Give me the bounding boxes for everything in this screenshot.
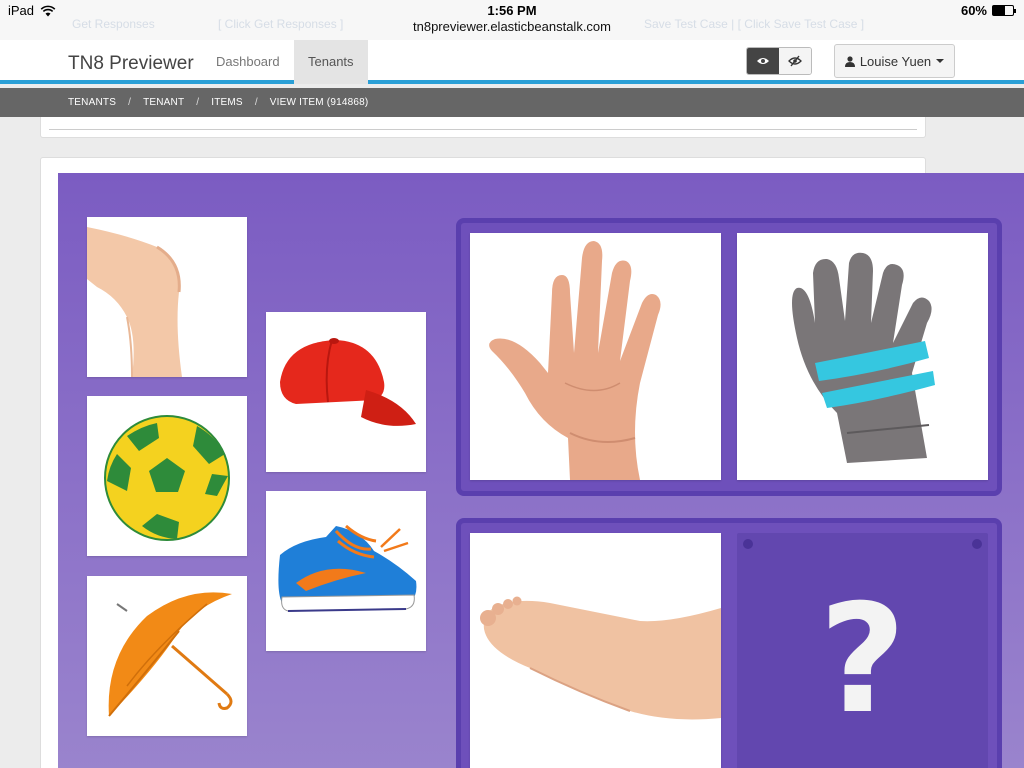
breadcrumb-bar: TENANTS / TENANT / ITEMS / VIEW ITEM (91… (0, 88, 1024, 117)
red-cap-image (280, 338, 416, 426)
soccer-ball-image (104, 415, 230, 541)
glove-image (792, 252, 935, 463)
corner-dot (972, 539, 982, 549)
breadcrumb-separator: / (196, 97, 200, 108)
item-details-panel (40, 117, 926, 138)
nav-tenants[interactable]: Tenants (294, 40, 368, 84)
choice-knee-card[interactable] (87, 217, 247, 377)
crumb-view-item: VIEW ITEM (914868) (269, 97, 369, 108)
chevron-down-icon (936, 59, 945, 63)
top-navbar: TN8 Previewer Dashboard Tenants Louise Y… (0, 40, 1024, 84)
view-toggle-group (746, 47, 812, 75)
prompt-foot-card (470, 533, 721, 768)
crumb-tenant[interactable]: TENANT (143, 97, 184, 108)
panel-divider (49, 129, 917, 130)
corner-dot (743, 539, 753, 549)
user-menu-button[interactable]: Louise Yuen (834, 44, 955, 78)
eye-slash-icon (788, 55, 802, 67)
sneaker-image (278, 524, 417, 612)
ios-status-bar: iPad 1:56 PM 60% Get Responses [ Click G… (0, 0, 1024, 40)
foot-image (480, 596, 721, 720)
hide-view-button[interactable] (779, 48, 811, 74)
choice-red-cap-card[interactable] (266, 312, 426, 472)
crumb-items[interactable]: ITEMS (211, 97, 243, 108)
prompt-glove-card (737, 233, 988, 480)
breadcrumb: TENANTS / TENANT / ITEMS / VIEW ITEM (91… (68, 97, 368, 108)
user-name: Louise Yuen (859, 53, 932, 69)
clock: 1:56 PM (487, 3, 537, 18)
knee-image (87, 227, 182, 377)
hand-image (489, 241, 661, 480)
battery-percent: 60% (960, 3, 987, 18)
choice-umbrella-card[interactable] (87, 576, 247, 736)
choice-soccer-ball-card[interactable] (87, 396, 247, 556)
user-icon (844, 55, 855, 67)
show-view-button[interactable] (747, 48, 779, 74)
status-right: 60% (960, 3, 1016, 18)
brand-title[interactable]: TN8 Previewer (68, 53, 194, 75)
breadcrumb-separator: / (254, 97, 258, 108)
battery-icon (992, 5, 1016, 16)
item-stage: ? (58, 173, 1024, 768)
prompt-hand-card (470, 233, 721, 480)
address-bar[interactable]: tn8previewer.elasticbeanstalk.com (0, 19, 1024, 34)
eye-icon (756, 56, 770, 66)
umbrella-image (108, 592, 233, 717)
nav-dashboard[interactable]: Dashboard (202, 40, 294, 84)
crumb-tenants[interactable]: TENANTS (68, 97, 116, 108)
breadcrumb-separator: / (128, 97, 132, 108)
choice-sneaker-card[interactable] (266, 491, 426, 651)
answer-drop-target[interactable]: ? (737, 533, 988, 768)
question-mark-icon: ? (818, 573, 906, 747)
